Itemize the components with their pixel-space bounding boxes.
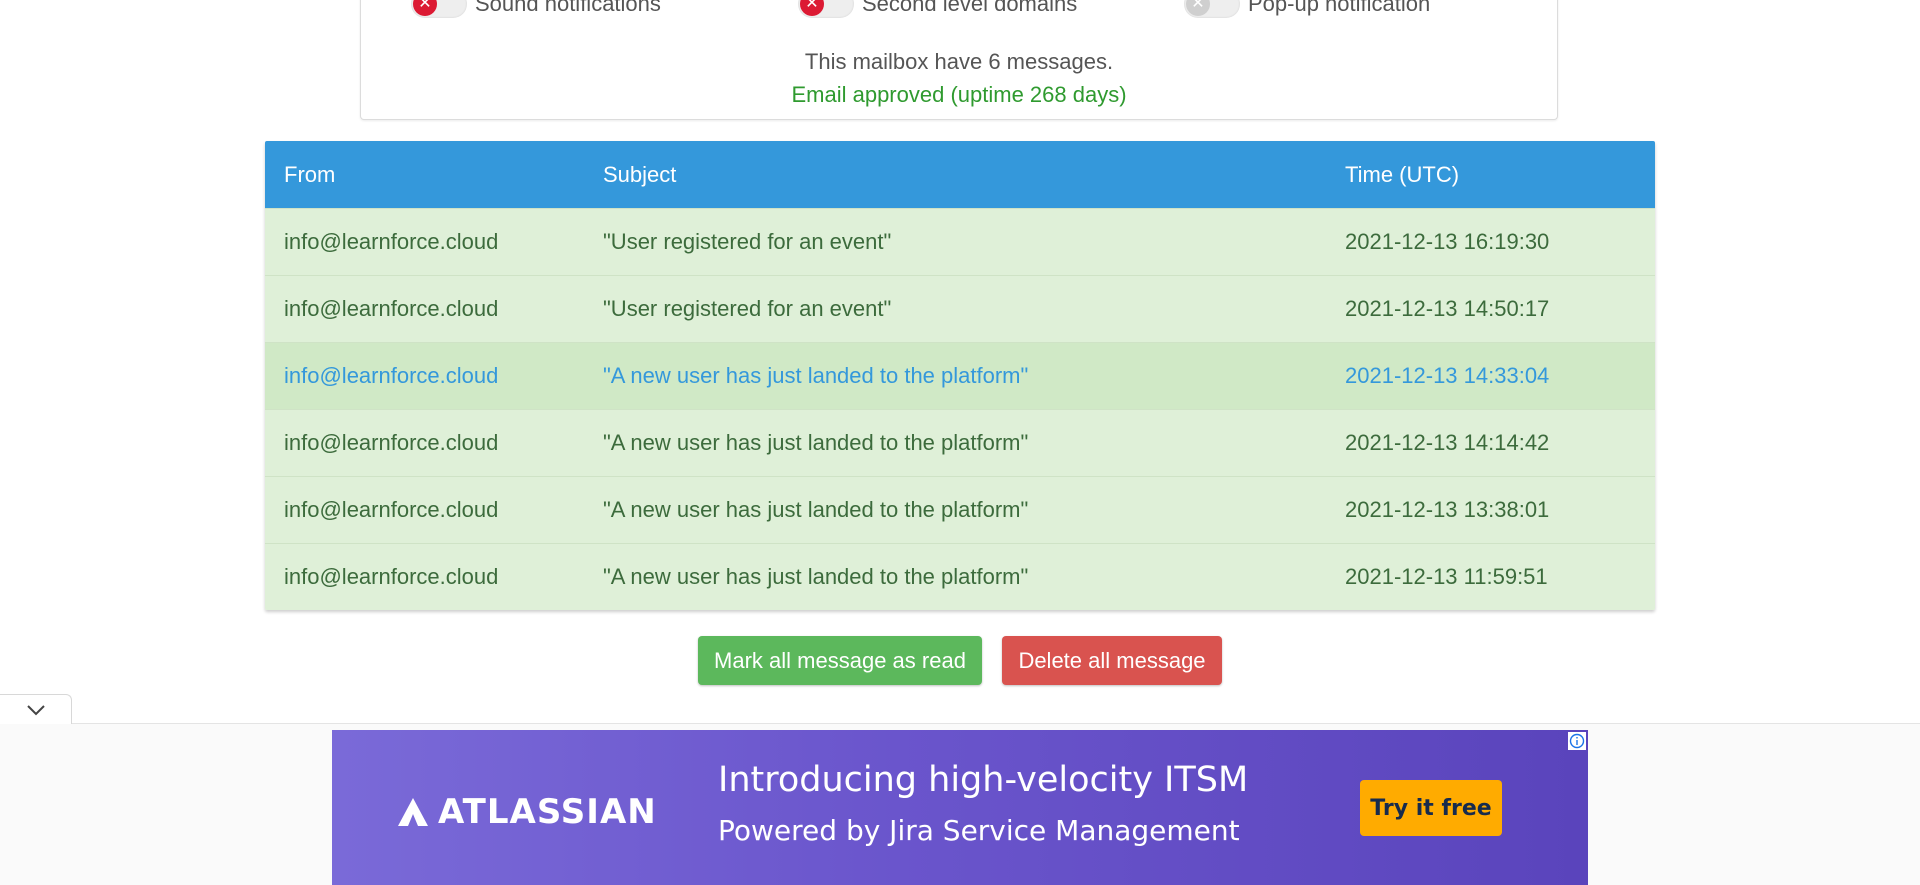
ad-headline: Introducing high-velocity ITSM — [718, 760, 1249, 800]
table-row[interactable]: info@learnforce.cloud "A new user has ju… — [265, 409, 1655, 476]
ad-try-free-button[interactable]: Try it free — [1360, 780, 1502, 836]
message-from: info@learnforce.cloud — [284, 363, 499, 388]
page: ✕ Sound notifications ✕ Second level dom… — [0, 0, 1920, 885]
toggle-off-x-icon: ✕ — [413, 0, 437, 16]
message-subject: "User registered for an event" — [603, 229, 892, 254]
message-from: info@learnforce.cloud — [284, 564, 499, 589]
ad-info-icon[interactable] — [1568, 732, 1586, 750]
message-subject: "A new user has just landed to the platf… — [603, 363, 1029, 388]
column-header-time: Time (UTC) — [1345, 161, 1460, 187]
message-from: info@learnforce.cloud — [284, 229, 499, 254]
messages-table: From Subject Time (UTC) info@learnforce.… — [265, 141, 1655, 610]
sound-notifications-label: Sound notifications — [475, 0, 661, 16]
message-subject: "A new user has just landed to the platf… — [603, 430, 1029, 455]
chevron-down-icon — [26, 704, 45, 715]
ad-collapse-button[interactable] — [0, 694, 72, 724]
table-row[interactable]: info@learnforce.cloud "A new user has ju… — [265, 342, 1655, 409]
email-status: Email approved (uptime 268 days) — [791, 82, 1127, 107]
ad-brand-text: ATLASSIAN — [438, 792, 657, 832]
message-subject: "User registered for an event" — [603, 296, 892, 321]
ad-subline: Powered by Jira Service Management — [718, 814, 1240, 847]
message-time: 2021-12-13 11:59:51 — [1345, 564, 1548, 589]
message-subject: "A new user has just landed to the platf… — [603, 564, 1029, 589]
sound-notifications-toggle[interactable]: ✕ — [411, 0, 467, 18]
message-subject: "A new user has just landed to the platf… — [603, 497, 1029, 522]
ad-banner[interactable]: ATLASSIAN Introducing high-velocity ITSM… — [332, 730, 1588, 885]
table-row[interactable]: info@learnforce.cloud "User registered f… — [265, 208, 1655, 275]
message-from: info@learnforce.cloud — [284, 296, 499, 321]
column-header-from: From — [284, 161, 336, 187]
message-from: info@learnforce.cloud — [284, 430, 499, 455]
table-row[interactable]: info@learnforce.cloud "A new user has ju… — [265, 476, 1655, 543]
popup-notification-setting: ✕ Pop-up notification — [1184, 0, 1430, 18]
popup-notification-toggle[interactable]: ✕ — [1184, 0, 1240, 18]
second-level-domains-setting: ✕ Second level domains — [798, 0, 1077, 18]
message-time: 2021-12-13 14:50:17 — [1345, 296, 1550, 321]
mailbox-message-count: This mailbox have 6 messages. — [804, 49, 1114, 74]
second-level-domains-label: Second level domains — [862, 0, 1078, 16]
atlassian-logo-icon — [398, 798, 428, 826]
toggle-off-x-icon: ✕ — [1186, 0, 1210, 16]
toggle-off-x-icon: ✕ — [800, 0, 824, 16]
column-header-subject: Subject — [603, 161, 677, 187]
message-time: 2021-12-13 13:38:01 — [1345, 497, 1550, 522]
table-header: From Subject Time (UTC) — [265, 141, 1655, 208]
settings-panel: ✕ Sound notifications ✕ Second level dom… — [360, 0, 1558, 120]
sound-notifications-setting: ✕ Sound notifications — [411, 0, 661, 18]
table-row[interactable]: info@learnforce.cloud "A new user has ju… — [265, 543, 1655, 610]
popup-notification-label: Pop-up notification — [1248, 0, 1431, 16]
second-level-domains-toggle[interactable]: ✕ — [798, 0, 854, 18]
message-from: info@learnforce.cloud — [284, 497, 499, 522]
delete-all-button[interactable]: Delete all message — [1002, 636, 1222, 685]
mark-all-read-button[interactable]: Mark all message as read — [698, 636, 982, 685]
message-time: 2021-12-13 16:19:30 — [1345, 229, 1550, 254]
ad-divider — [0, 723, 1920, 724]
info-icon — [1569, 733, 1585, 749]
atlassian-logo: ATLASSIAN — [396, 792, 657, 832]
table-row[interactable]: info@learnforce.cloud "User registered f… — [265, 275, 1655, 342]
message-time: 2021-12-13 14:14:42 — [1345, 430, 1550, 455]
message-time: 2021-12-13 14:33:04 — [1345, 363, 1550, 388]
